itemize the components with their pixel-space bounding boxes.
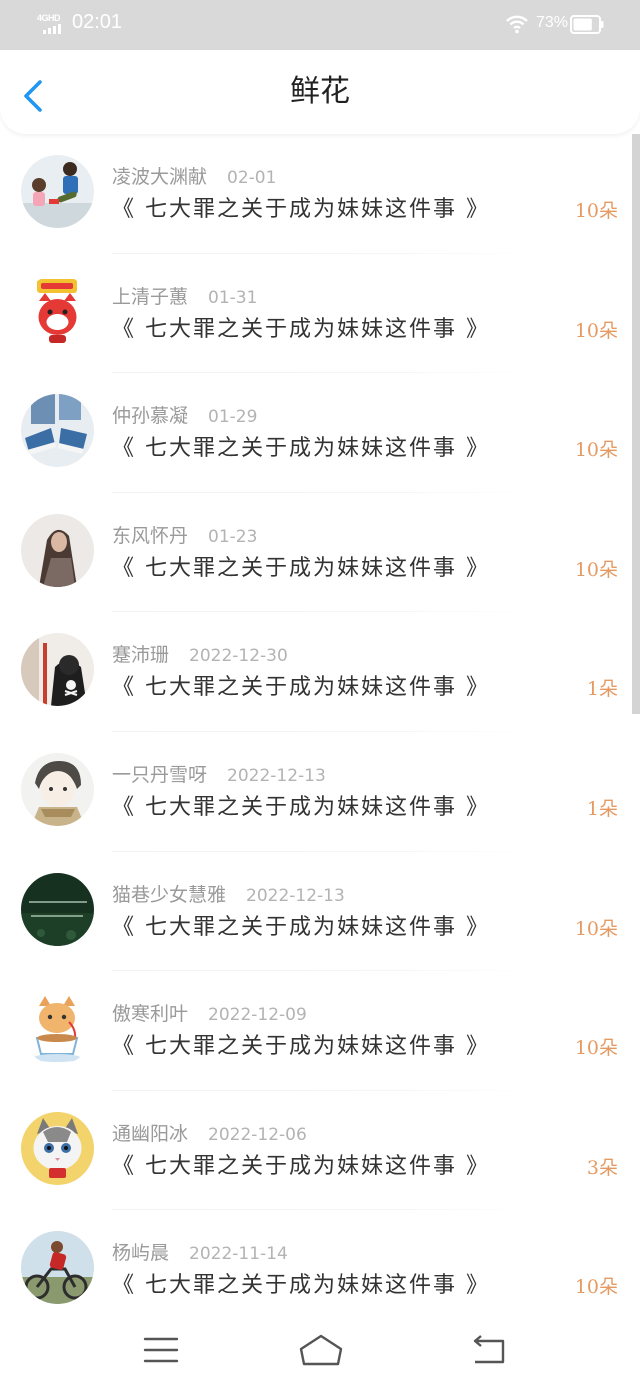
user-name-text: 猫巷少女慧雅 — [112, 883, 227, 906]
date: 2022-12-13 — [227, 765, 326, 786]
list-item[interactable]: 凌波大渊献 02-01 《 七大罪之关于成为妹妹这件事 》 10朵 — [0, 134, 640, 254]
avatar[interactable] — [21, 992, 94, 1066]
flower-count: 3朵 — [586, 1156, 618, 1179]
user-name-text: 凌波大渊献 — [112, 166, 208, 188]
menu-icon — [143, 1337, 179, 1363]
signal-icon: 4GHD — [37, 13, 67, 35]
book-title: 《 七大罪之关于成为妹妹这件事 》 — [112, 794, 490, 820]
flower-count: 10朵 — [574, 917, 618, 940]
date: 2022-12-06 — [208, 1124, 307, 1145]
clock: 02:01 — [72, 11, 123, 33]
user-name: 一只丹雪呀 2022-12-13 — [112, 760, 326, 787]
flower-count: 10朵 — [574, 439, 618, 462]
flower-list: 凌波大渊献 02-01 《 七大罪之关于成为妹妹这件事 》 10朵 上清子蕙 0… — [0, 134, 640, 1330]
user-name: 上清子蕙 01-31 — [112, 282, 257, 309]
book-title: 《 七大罪之关于成为妹妹这件事 》 — [112, 316, 490, 342]
user-name-text: 一只丹雪呀 — [112, 763, 208, 786]
date: 2022-12-13 — [246, 885, 345, 906]
list-item[interactable]: 仲孙慕凝 01-29 《 七大罪之关于成为妹妹这件事 》 10朵 — [0, 373, 640, 493]
list-item[interactable]: 东风怀丹 01-23 《 七大罪之关于成为妹妹这件事 》 10朵 — [0, 493, 640, 613]
book-title: 《 七大罪之关于成为妹妹这件事 》 — [112, 197, 490, 222]
home-button[interactable] — [298, 1333, 344, 1367]
flower-count: 10朵 — [574, 319, 618, 342]
date: 2022-12-30 — [189, 646, 288, 667]
date: 2022-11-14 — [189, 1244, 288, 1265]
flower-count: 1朵 — [586, 797, 618, 820]
user-name: 傲寒利叶 2022-12-09 — [112, 999, 307, 1026]
avatar[interactable] — [21, 155, 94, 228]
user-name-text: 上清子蕙 — [112, 285, 189, 308]
avatar[interactable] — [21, 752, 94, 826]
wifi-icon — [506, 15, 528, 34]
battery-icon — [570, 15, 604, 34]
home-icon — [299, 1334, 343, 1366]
user-name-text: 仲孙慕凝 — [112, 405, 189, 428]
date: 2022-12-09 — [208, 1005, 307, 1026]
nav-bar: 鲜花 — [0, 50, 640, 134]
avatar[interactable] — [21, 394, 94, 468]
user-name: 通幽阳冰 2022-12-06 — [112, 1119, 307, 1146]
page-title: 鲜花 — [290, 74, 350, 109]
menu-button[interactable] — [141, 1333, 181, 1367]
user-name: 杨屿晨 2022-11-14 — [112, 1238, 288, 1265]
list-item[interactable]: 通幽阳冰 2022-12-06 《 七大罪之关于成为妹妹这件事 》 3朵 — [0, 1091, 640, 1211]
network-type: 4GHD — [37, 13, 61, 23]
book-title: 《 七大罪之关于成为妹妹这件事 》 — [112, 1273, 490, 1299]
list-item[interactable]: 一只丹雪呀 2022-12-13 《 七大罪之关于成为妹妹这件事 》 1朵 — [0, 732, 640, 852]
date: 01-31 — [208, 287, 258, 308]
book-title: 《 七大罪之关于成为妹妹这件事 》 — [112, 1034, 490, 1060]
avatar[interactable] — [21, 1231, 94, 1305]
list-item[interactable]: 蹇沛珊 2022-12-30 《 七大罪之关于成为妹妹这件事 》 1朵 — [0, 612, 640, 732]
status-bar: 4GHD 02:01 73% — [0, 0, 640, 50]
date: 02-01 — [227, 168, 277, 188]
list-item[interactable]: 杨屿晨 2022-11-14 《 七大罪之关于成为妹妹这件事 》 10朵 — [0, 1210, 640, 1330]
user-name-text: 蹇沛珊 — [112, 644, 170, 667]
avatar[interactable] — [21, 633, 94, 707]
scrollbar[interactable] — [632, 134, 640, 714]
flower-count: 10朵 — [574, 558, 618, 581]
book-title: 《 七大罪之关于成为妹妹这件事 》 — [112, 555, 490, 581]
list-item[interactable]: 傲寒利叶 2022-12-09 《 七大罪之关于成为妹妹这件事 》 10朵 — [0, 971, 640, 1091]
flower-count: 10朵 — [574, 200, 618, 222]
book-title: 《 七大罪之关于成为妹妹这件事 》 — [112, 675, 490, 701]
user-name-text: 傲寒利叶 — [112, 1003, 189, 1026]
battery-percent: 73% — [536, 14, 569, 31]
user-name: 凌波大渊献 02-01 — [112, 162, 276, 189]
book-title: 《 七大罪之关于成为妹妹这件事 》 — [112, 436, 490, 462]
flower-count: 1朵 — [586, 678, 618, 701]
back-icon — [473, 1335, 505, 1364]
book-title: 《 七大罪之关于成为妹妹这件事 》 — [112, 1153, 490, 1179]
avatar[interactable] — [21, 513, 94, 587]
list-item[interactable]: 上清子蕙 01-31 《 七大罪之关于成为妹妹这件事 》 10朵 — [0, 254, 640, 374]
system-nav-bar — [0, 1313, 640, 1387]
user-name: 仲孙慕凝 01-29 — [112, 401, 257, 428]
system-back-button[interactable] — [469, 1333, 509, 1367]
list-item[interactable]: 猫巷少女慧雅 2022-12-13 《 七大罪之关于成为妹妹这件事 》 10朵 — [0, 852, 640, 972]
flower-count: 10朵 — [574, 1276, 618, 1299]
user-name-text: 东风怀丹 — [112, 524, 189, 547]
avatar[interactable] — [21, 1111, 94, 1185]
user-name: 蹇沛珊 2022-12-30 — [112, 640, 288, 667]
date: 01-23 — [208, 526, 258, 547]
date: 01-29 — [208, 407, 258, 428]
user-name: 东风怀丹 01-23 — [112, 521, 257, 548]
user-name-text: 通幽阳冰 — [112, 1122, 189, 1145]
book-title: 《 七大罪之关于成为妹妹这件事 》 — [112, 914, 490, 940]
flowers-screen: 4GHD 02:01 73% 鲜花 凌波大渊献 02-01 《 七大罪之关于成为… — [0, 0, 640, 1387]
flower-count: 10朵 — [574, 1037, 618, 1060]
user-name: 猫巷少女慧雅 2022-12-13 — [112, 880, 345, 907]
user-name-text: 杨屿晨 — [112, 1242, 170, 1265]
avatar[interactable] — [21, 274, 94, 348]
avatar[interactable] — [21, 872, 94, 946]
